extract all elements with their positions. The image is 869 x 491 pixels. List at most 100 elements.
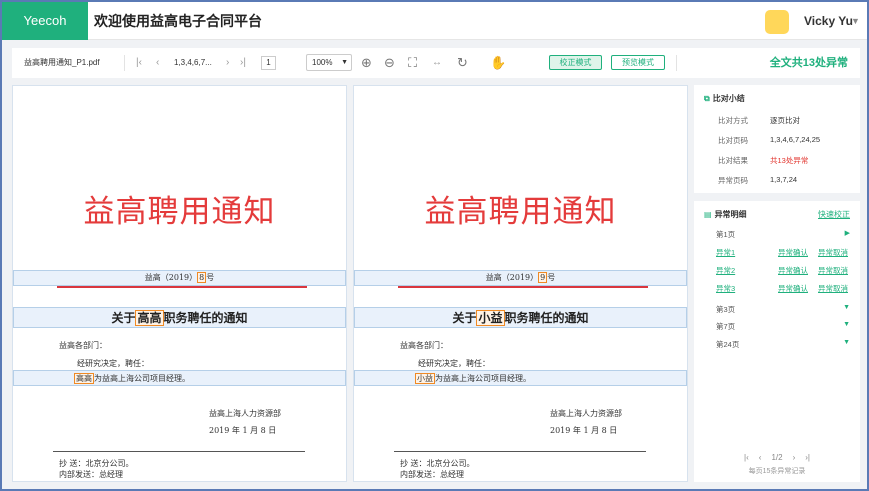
heading-prefix: 关于 — [452, 311, 477, 325]
diff-highlight[interactable]: 高高 — [135, 310, 164, 326]
details-title: ▤ 异常明细 — [704, 209, 747, 220]
first-page-icon[interactable]: |‹ — [136, 48, 142, 78]
page-group-label: 第1页 — [716, 230, 736, 239]
anomaly-pager: |‹ ‹ 1/2 › ›| — [694, 453, 860, 462]
last-page-icon[interactable]: ›| — [805, 453, 810, 462]
diff-band-person[interactable]: 小益 为益高上海公司项目经理。 — [354, 370, 687, 386]
doc-dept: 益高各部门： — [59, 341, 107, 350]
last-page-icon[interactable]: ›| — [240, 48, 246, 78]
confirm-anomaly-link[interactable]: 异常确认 — [778, 283, 808, 294]
prev-page-icon[interactable]: ‹ — [759, 453, 762, 462]
summary-label: 比对结果 — [718, 156, 748, 165]
diff-highlight[interactable]: 9 — [538, 272, 548, 283]
caret-down-icon[interactable]: ▼ — [843, 304, 850, 311]
caret-right-icon[interactable]: ▶ — [845, 229, 850, 237]
doc-internal: 内部发送：总经理 — [59, 470, 123, 479]
first-page-icon[interactable]: |‹ — [744, 453, 749, 462]
doc-cc: 抄 送：北京分公司。 — [400, 459, 475, 468]
doc-title: 益高聘用通知 — [424, 194, 617, 230]
diff-highlight[interactable]: 小益 — [415, 373, 435, 384]
chevron-down-icon: ▼ — [341, 59, 348, 66]
anomaly-link[interactable]: 异常3 — [716, 283, 735, 294]
page-group-24[interactable]: 第24页 ▼ — [716, 339, 850, 351]
pager-note: 每页15条异常记录 — [748, 468, 806, 475]
divider — [124, 55, 125, 71]
doc-number-prefix: 益高（2019） — [144, 273, 198, 282]
fit-page-icon[interactable]: ⛶ — [408, 48, 417, 78]
page-group-label: 第24页 — [716, 340, 740, 349]
details-title-text: 异常明细 — [714, 210, 747, 219]
doc-person-line: 高高 为益高上海公司项目经理。 — [74, 373, 190, 384]
diff-band-heading[interactable]: 关于 高高 职务聘任的通知 — [13, 307, 346, 328]
doc-number: 益高（2019） 9 号 — [355, 271, 686, 285]
page-list[interactable]: 1,3,4,6,7... — [174, 48, 212, 78]
doc-heading: 关于 高高 职务聘任的通知 — [14, 308, 345, 328]
diff-band-number[interactable]: 益高（2019） 9 号 — [354, 270, 687, 286]
cancel-anomaly-link[interactable]: 异常取消 — [818, 283, 848, 294]
hand-tool-icon[interactable]: ✋ — [490, 48, 506, 78]
doc-internal: 内部发送：总经理 — [400, 470, 464, 479]
summary-label: 比对页码 — [718, 136, 748, 145]
document-right[interactable]: 益高聘用通知 益高（2019） 9 号 关于 小益 职务聘任的通知 益高各部门： 经研究… — [353, 85, 688, 482]
quick-correct-link[interactable]: 快速校正 — [818, 209, 850, 220]
diff-highlight[interactable]: 小益 — [476, 310, 505, 326]
next-page-icon[interactable]: › — [226, 48, 229, 78]
next-page-icon[interactable]: › — [793, 453, 796, 462]
confirm-anomaly-link[interactable]: 异常确认 — [778, 265, 808, 276]
compare-icon: ⧉ — [704, 94, 710, 103]
summary-title-text: 比对小结 — [712, 94, 745, 103]
summary-panel: ⧉ 比对小结 比对方式 逐页比对 比对页码 1,3,4,6,7,24,25 比对结… — [694, 85, 860, 193]
fit-width-icon[interactable]: ↔ — [432, 48, 442, 78]
zoom-value: 100% — [312, 58, 333, 67]
main-area: 益高聘用通知_P1.pdf |‹ ‹ 1,3,4,6,7... › ›| 1 1… — [2, 40, 867, 489]
doc-dept: 益高各部门： — [400, 341, 448, 350]
zoom-out-icon[interactable]: ⊖ — [384, 48, 395, 78]
avatar[interactable] — [765, 10, 789, 34]
diff-band-person[interactable]: 高高 为益高上海公司项目经理。 — [13, 370, 346, 386]
zoom-select[interactable]: 100% ▼ — [306, 54, 352, 71]
app-title: 欢迎使用益高电子合同平台 — [94, 13, 262, 29]
doc-person-line: 小益 为益高上海公司项目经理。 — [415, 373, 531, 384]
diff-band-heading[interactable]: 关于 小益 职务聘任的通知 — [354, 307, 687, 328]
summary-label: 比对方式 — [718, 116, 748, 125]
page-number-input[interactable]: 1 — [261, 56, 276, 70]
doc-sign-org: 益高上海人力资源部 — [209, 409, 281, 418]
summary-value: 1,3,7,24 — [770, 175, 798, 184]
heading-suffix: 职务聘任的通知 — [504, 311, 589, 325]
zoom-in-icon[interactable]: ⊕ — [361, 48, 372, 78]
page-group-3[interactable]: 第3页 ▼ — [716, 304, 850, 316]
preview-mode-button[interactable]: 预览模式 — [611, 55, 665, 70]
doc-line: 经研究决定，聘任： — [77, 359, 149, 368]
user-name[interactable]: Vicky Yu — [804, 2, 853, 40]
rotate-icon[interactable]: ↻ — [457, 48, 468, 78]
doc-cc: 抄 送：北京分公司。 — [59, 459, 134, 468]
caret-down-icon[interactable]: ▼ — [843, 339, 850, 346]
anomaly-link[interactable]: 异常2 — [716, 265, 735, 276]
red-divider — [398, 286, 648, 288]
doc-sign-date: 2019 年 1 月 8 日 — [550, 426, 618, 435]
doc-number-suffix: 号 — [206, 273, 215, 282]
page-group-1[interactable]: 第1页 ▶ — [716, 229, 850, 241]
diff-highlight[interactable]: 高高 — [74, 373, 94, 384]
proof-mode-button[interactable]: 校正模式 — [549, 55, 602, 70]
person-rest: 为益高上海公司项目经理。 — [435, 374, 531, 383]
prev-page-icon[interactable]: ‹ — [156, 48, 159, 78]
diff-highlight[interactable]: 8 — [197, 272, 207, 283]
logo[interactable]: Yeecoh — [2, 2, 88, 40]
details-panel: ▤ 异常明细 快速校正 第1页 ▶ 异常1 异常确认 异常取消 异常2 异常确认 … — [694, 201, 860, 482]
confirm-anomaly-link[interactable]: 异常确认 — [778, 247, 808, 258]
toolbar: 益高聘用通知_P1.pdf |‹ ‹ 1,3,4,6,7... › ›| 1 1… — [12, 48, 860, 78]
diff-band-number[interactable]: 益高（2019） 8 号 — [13, 270, 346, 286]
pager-status: 1/2 — [771, 453, 783, 462]
anomaly-link[interactable]: 异常1 — [716, 247, 735, 258]
doc-sign-date: 2019 年 1 月 8 日 — [209, 426, 277, 435]
divider — [676, 55, 677, 71]
chevron-down-icon[interactable]: ▼ — [851, 2, 860, 40]
cancel-anomaly-link[interactable]: 异常取消 — [818, 247, 848, 258]
cancel-anomaly-link[interactable]: 异常取消 — [818, 265, 848, 276]
summary-label: 异常页码 — [718, 176, 748, 185]
document-left[interactable]: 益高聘用通知 益高（2019） 8 号 关于 高高 职务聘任的通知 益高各部门： 经研究… — [12, 85, 347, 482]
caret-down-icon[interactable]: ▼ — [843, 321, 850, 328]
doc-number-prefix: 益高（2019） — [485, 273, 539, 282]
page-group-7[interactable]: 第7页 ▼ — [716, 321, 850, 333]
